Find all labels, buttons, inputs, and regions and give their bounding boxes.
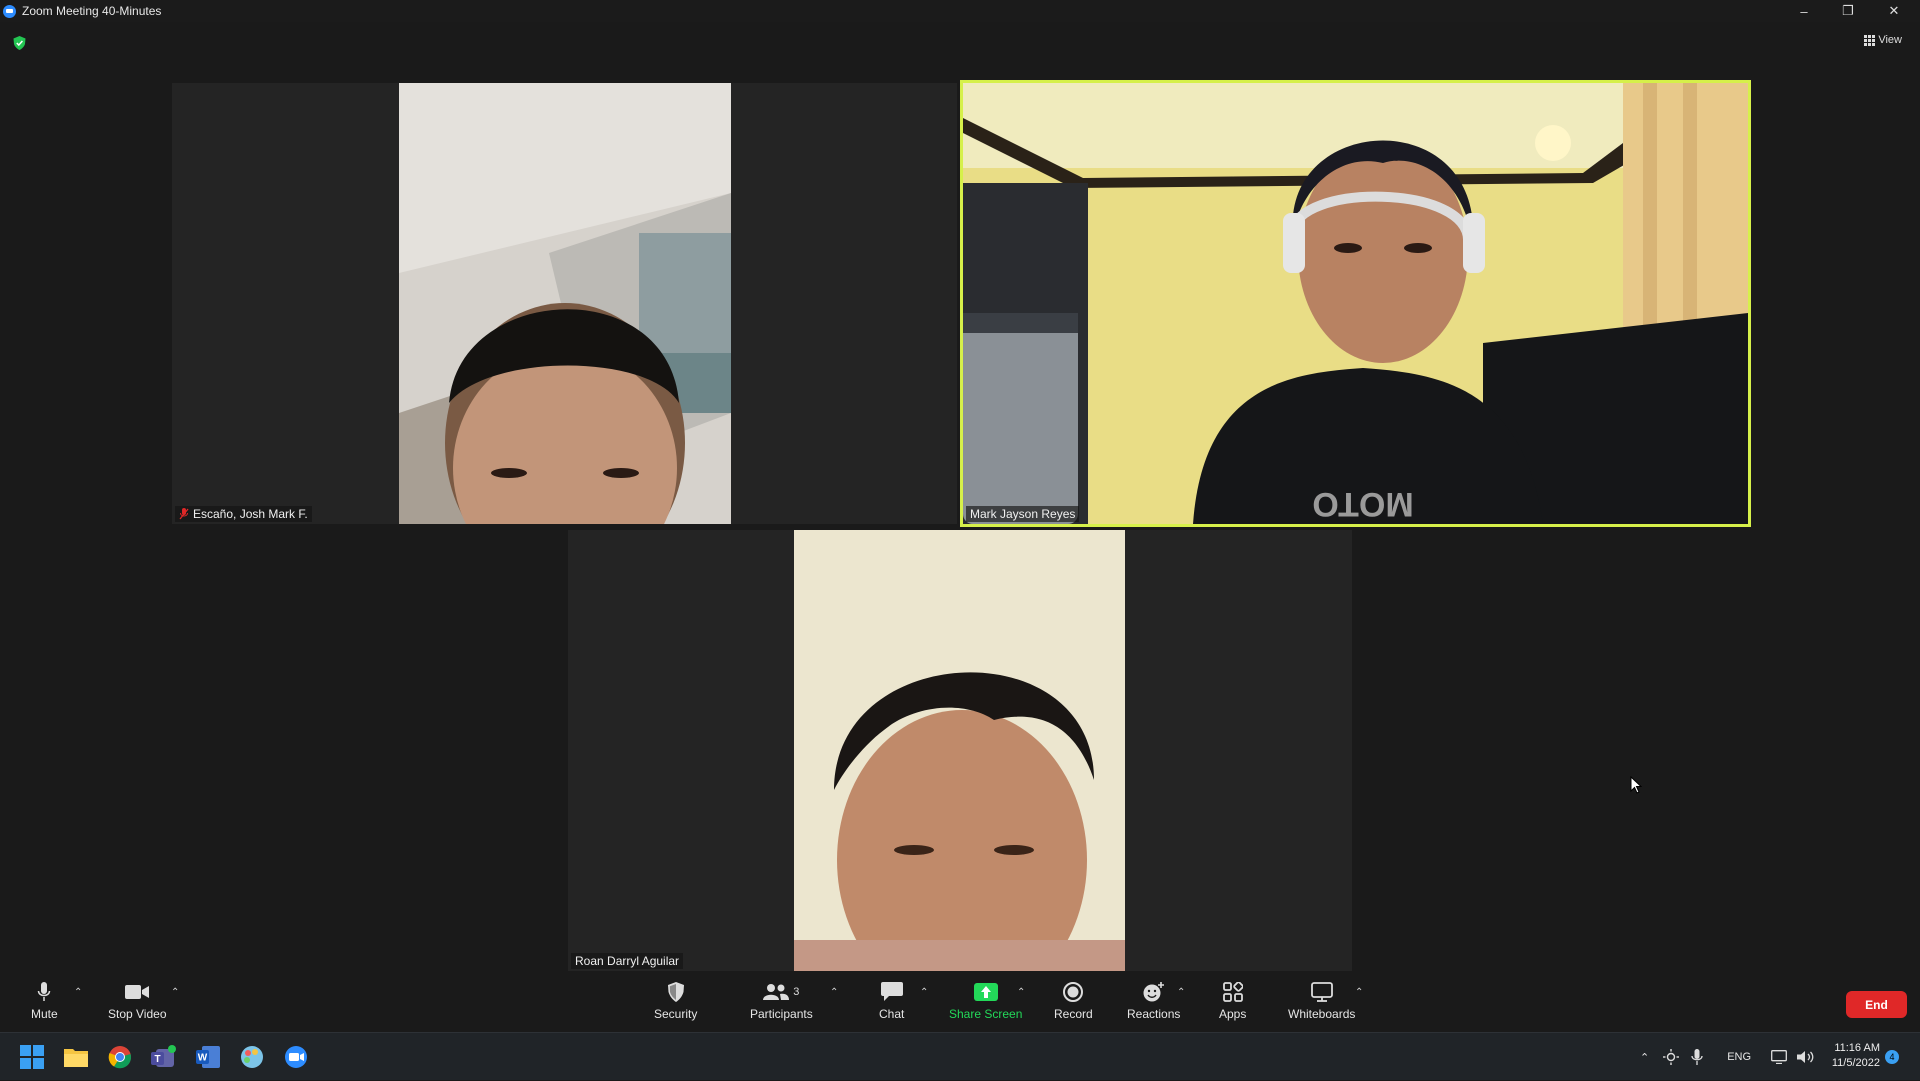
chat-options-caret-icon[interactable]: ⌃: [920, 987, 928, 998]
participants-options-caret-icon[interactable]: ⌃: [830, 987, 838, 998]
svg-text:W: W: [198, 1053, 208, 1064]
close-button[interactable]: ✕: [1872, 0, 1916, 22]
security-shield-icon: [667, 982, 684, 1002]
view-button[interactable]: View: [1864, 34, 1902, 46]
participant-video: MOTO: [963, 83, 1748, 524]
reactions-options-caret-icon[interactable]: ⌃: [1177, 987, 1185, 998]
start-icon[interactable]: [18, 1043, 46, 1071]
grid-view-icon: [1864, 35, 1876, 46]
zoom-logo-icon: [3, 4, 16, 18]
participant-tile-active-speaker[interactable]: MOTO Mark Jayson Reyes: [960, 80, 1751, 527]
system-tray: ⌃ ENG: [1640, 1033, 1815, 1081]
network-icon[interactable]: [1771, 1050, 1788, 1064]
participants-button[interactable]: 3 Participants: [750, 981, 813, 1021]
participant-tile[interactable]: Roan Darryl Aguilar: [568, 530, 1352, 971]
share-options-caret-icon[interactable]: ⌃: [1017, 987, 1025, 998]
video-gallery: Escaño, Josh Mark F. MOTO Mark Jayson Re…: [0, 60, 1920, 980]
chat-button[interactable]: Chat: [879, 981, 904, 1021]
restore-button[interactable]: ❐: [1826, 0, 1870, 22]
language-indicator[interactable]: ENG: [1727, 1051, 1751, 1063]
participant-name-label: Escaño, Josh Mark F.: [175, 506, 312, 522]
stop-video-button[interactable]: Stop Video: [108, 981, 167, 1021]
participant-video: [794, 530, 1125, 971]
participant-video: [399, 83, 731, 524]
chat-bubble-icon: [880, 982, 903, 1001]
participant-tile[interactable]: Escaño, Josh Mark F.: [172, 83, 957, 524]
participants-count: 3: [793, 986, 800, 998]
svg-text:MOTO: MOTO: [1312, 485, 1413, 523]
reactions-button[interactable]: Reactions: [1127, 981, 1180, 1021]
meeting-toolbar: Mute ⌃ Stop Video ⌃ Security 3 Participa…: [0, 975, 1920, 1032]
word-icon[interactable]: W: [194, 1043, 222, 1071]
mic-muted-icon: [179, 508, 189, 520]
whiteboards-options-caret-icon[interactable]: ⌃: [1355, 987, 1363, 998]
chrome-icon[interactable]: [106, 1043, 134, 1071]
record-icon: [1063, 982, 1084, 1002]
audio-options-caret-icon[interactable]: ⌃: [74, 987, 82, 998]
teams-icon[interactable]: T: [150, 1043, 178, 1071]
participant-name-label: Roan Darryl Aguilar: [571, 953, 684, 969]
svg-text:T: T: [154, 1054, 160, 1065]
apps-grid-icon: [1222, 982, 1243, 1002]
show-hidden-icons-chevron-icon[interactable]: ⌃: [1640, 1051, 1649, 1064]
participant-name-label: Mark Jayson Reyes: [966, 506, 1080, 522]
zoom-icon[interactable]: [282, 1043, 310, 1071]
clock-time: 11:16 AM: [1834, 1042, 1880, 1054]
file-explorer-icon[interactable]: [62, 1043, 90, 1071]
encryption-shield-icon[interactable]: [13, 36, 26, 50]
video-camera-icon: [125, 985, 150, 999]
participants-icon: [763, 984, 790, 1000]
mute-button[interactable]: Mute: [31, 981, 58, 1021]
whiteboard-icon: [1310, 982, 1333, 1002]
end-meeting-button[interactable]: End: [1846, 991, 1907, 1018]
share-screen-arrow-icon: [973, 983, 998, 1001]
window-title: Zoom Meeting 40-Minutes: [22, 4, 162, 18]
taskbar-clock[interactable]: 11:16 AM 11/5/2022: [1820, 1041, 1880, 1071]
microphone-tray-icon[interactable]: [1691, 1049, 1703, 1065]
apps-button[interactable]: Apps: [1219, 981, 1246, 1021]
share-screen-button[interactable]: Share Screen: [949, 981, 1022, 1021]
whiteboards-button[interactable]: Whiteboards: [1288, 981, 1355, 1021]
mouse-cursor-icon: [1630, 776, 1642, 794]
microphone-icon: [38, 982, 51, 1001]
view-label: View: [1878, 34, 1902, 46]
volume-icon[interactable]: [1797, 1050, 1815, 1064]
title-bar: Zoom Meeting 40-Minutes – ❐ ✕: [0, 0, 1920, 22]
reaction-smiley-icon: [1143, 982, 1164, 1002]
clock-date: 11/5/2022: [1831, 1057, 1880, 1069]
record-button[interactable]: Record: [1054, 981, 1093, 1021]
security-button[interactable]: Security: [654, 981, 697, 1021]
windows-taskbar: T W ⌃ ENG 11:16 AM 11/5/2022 4: [0, 1032, 1920, 1080]
minimize-button[interactable]: –: [1782, 0, 1826, 22]
notification-badge[interactable]: 4: [1885, 1050, 1899, 1064]
brightness-icon[interactable]: [1663, 1049, 1680, 1065]
paint-icon[interactable]: [238, 1043, 266, 1071]
video-options-caret-icon[interactable]: ⌃: [171, 987, 179, 998]
